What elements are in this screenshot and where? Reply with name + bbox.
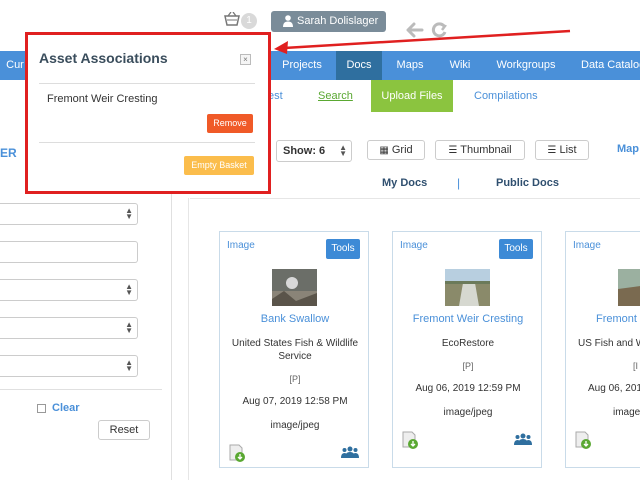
- content-divider: [190, 198, 640, 199]
- card-thumbnail[interactable]: [618, 269, 640, 306]
- list-view-button[interactable]: ☰ List: [535, 140, 589, 160]
- tab-my-docs[interactable]: My Docs: [382, 177, 427, 189]
- user-icon: [283, 15, 293, 27]
- basket-icon[interactable]: [224, 12, 240, 26]
- thumbnail-view-button[interactable]: ☰ Thumbnail: [435, 140, 525, 160]
- doc-card[interactable]: Image Tools Bank Swallow United States F…: [219, 231, 369, 468]
- filter-divider: [0, 389, 162, 390]
- card-date: Aug 06, 2019 12:59 PM: [415, 383, 521, 394]
- content-border: [188, 198, 189, 480]
- card-public-badge: [P]: [462, 361, 474, 371]
- clear-link[interactable]: Clear: [52, 402, 80, 414]
- filter-text-input[interactable]: [0, 241, 138, 263]
- list-icon: ☰: [547, 145, 557, 156]
- card-type-label: Image: [227, 240, 255, 251]
- card-type-label: Image: [573, 240, 601, 251]
- user-name: Sarah Dolislager: [297, 15, 379, 27]
- card-date: Aug 07, 2019 12:58 PM: [242, 396, 348, 407]
- grid-label: Grid: [391, 144, 413, 156]
- doc-card[interactable]: Image Tools Fremont Weir Cresting EcoRes…: [392, 231, 542, 468]
- remove-button[interactable]: Remove: [207, 114, 253, 133]
- thumbnail-icon: ☰: [448, 145, 458, 156]
- basket-item: Fremont Weir Cresting: [47, 93, 158, 105]
- select-arrows-icon: ▲ ▼: [125, 320, 133, 335]
- card-thumbnail[interactable]: [445, 269, 490, 306]
- tab-separator: |: [457, 176, 461, 190]
- workgroup-icon[interactable]: [341, 446, 359, 458]
- grid-view-button[interactable]: ▦ Grid: [367, 140, 425, 160]
- card-public-badge: [I: [633, 361, 639, 371]
- grid-icon: ▦: [379, 145, 389, 156]
- tab-public-docs[interactable]: Public Docs: [496, 177, 559, 189]
- list-label: List: [559, 144, 577, 156]
- card-agency: EcoRestore: [441, 338, 495, 349]
- reset-button[interactable]: Reset: [98, 420, 150, 440]
- popup-divider: [39, 142, 255, 143]
- thumbnail-label: Thumbnail: [460, 144, 512, 156]
- nav-item-data-catalog[interactable]: Data Catalog: [574, 51, 640, 80]
- clear-checkbox[interactable]: [37, 404, 46, 413]
- select-arrows-icon: ▲ ▼: [125, 358, 133, 373]
- card-thumbnail[interactable]: [272, 269, 317, 306]
- card-mime-type: image/jpeg: [270, 420, 320, 431]
- upload-files-button[interactable]: Upload Files: [371, 80, 453, 112]
- show-count-select[interactable]: Show: 6 ▲ ▼: [276, 140, 352, 162]
- filter-select-1[interactable]: ▲ ▼: [0, 203, 138, 225]
- show-count-label: Show: 6: [283, 145, 326, 157]
- popup-divider: [39, 83, 255, 84]
- filter-select-4[interactable]: ▲ ▼: [0, 355, 138, 377]
- close-icon[interactable]: ×: [240, 54, 251, 65]
- tools-button[interactable]: Tools: [326, 239, 360, 259]
- filter-select-2[interactable]: ▲ ▼: [0, 279, 138, 301]
- asset-associations-popup: Asset Associations × Fremont Weir Cresti…: [25, 32, 271, 194]
- card-mime-type: image: [613, 407, 640, 418]
- workgroup-icon[interactable]: [514, 433, 532, 445]
- select-arrows-icon: ▲ ▼: [339, 143, 347, 158]
- select-arrows-icon: ▲ ▼: [125, 282, 133, 297]
- card-mime-type: image/jpeg: [443, 407, 493, 418]
- download-icon[interactable]: [402, 431, 418, 449]
- tools-button[interactable]: Tools: [499, 239, 533, 259]
- card-title-link[interactable]: Bank Swallow: [220, 313, 370, 325]
- download-icon[interactable]: [229, 444, 245, 462]
- download-icon[interactable]: [575, 431, 591, 449]
- basket-count-badge: 1: [241, 13, 257, 29]
- card-title-link[interactable]: Fremont Weir Cresting: [393, 313, 543, 325]
- card-title-link[interactable]: Fremont: [596, 313, 640, 325]
- filter-section-label: ER: [0, 146, 17, 160]
- select-arrows-icon: ▲ ▼: [125, 206, 133, 221]
- filter-select-3[interactable]: ▲ ▼: [0, 317, 138, 339]
- card-date: Aug 06, 2019: [588, 383, 640, 394]
- doc-card[interactable]: Image Fremont US Fish and W [I Aug 06, 2…: [565, 231, 640, 468]
- card-type-label: Image: [400, 240, 428, 251]
- annotation-arrow-icon: [274, 29, 571, 54]
- card-agency: United States Fish & Wildlife Service: [231, 338, 359, 362]
- card-public-badge: [P]: [289, 374, 301, 384]
- card-agency: US Fish and W: [578, 338, 640, 349]
- popup-title: Asset Associations: [39, 50, 168, 66]
- map-link[interactable]: Map: [617, 143, 639, 155]
- empty-basket-button[interactable]: Empty Basket: [184, 156, 254, 175]
- subnav-item-compilations[interactable]: Compilations: [474, 90, 538, 102]
- subnav-item-search[interactable]: Search: [318, 90, 353, 102]
